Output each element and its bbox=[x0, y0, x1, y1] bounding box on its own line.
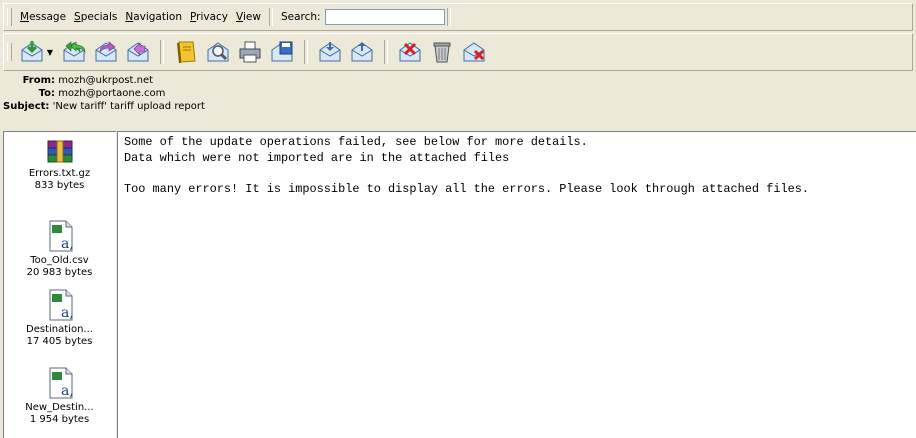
address-book-button[interactable] bbox=[171, 37, 201, 67]
excel-icon: a, bbox=[49, 367, 74, 399]
save-icon bbox=[271, 41, 293, 62]
subject-value: 'New tariff' tariff upload report bbox=[52, 101, 205, 112]
attachment-name: Destination... bbox=[26, 324, 93, 335]
attachment-size: 1 954 bytes bbox=[29, 414, 90, 425]
attachment-size: 833 bytes bbox=[34, 180, 85, 191]
print-icon bbox=[239, 41, 261, 63]
mail-move-in-icon bbox=[319, 42, 341, 62]
mail-delete-x-icon bbox=[463, 42, 485, 62]
trash-button[interactable] bbox=[427, 37, 457, 67]
message-line: Some of the update operations failed, se… bbox=[124, 135, 588, 149]
to-row: To: mozh@portaone.com bbox=[3, 87, 913, 100]
attachment-item[interactable]: a, Destination... 17 405 bytes bbox=[4, 288, 115, 348]
attachments-pane: Errors.txt.gz 833 bytes a, Too_Old.csv 2… bbox=[3, 131, 116, 438]
attachment-item[interactable]: Errors.txt.gz 833 bytes bbox=[4, 138, 115, 192]
toolbar-grip[interactable] bbox=[7, 43, 12, 61]
message-body-pane[interactable]: Some of the update operations failed, se… bbox=[117, 131, 916, 438]
menu-view[interactable]: View bbox=[232, 11, 265, 23]
excel-icon: a, bbox=[49, 220, 74, 252]
svg-text:a,: a, bbox=[61, 383, 74, 399]
mail-move-out-icon bbox=[351, 42, 373, 62]
message-line: Data which were not imported are in the … bbox=[124, 150, 510, 165]
move-in-button[interactable] bbox=[315, 37, 345, 67]
search-label: Search: bbox=[280, 11, 321, 23]
attachment-size: 17 405 bytes bbox=[26, 336, 93, 347]
archive-icon bbox=[47, 140, 72, 163]
attachment-name: Too_Old.csv bbox=[30, 255, 89, 266]
reply-all-button[interactable] bbox=[59, 37, 89, 67]
forward-button[interactable] bbox=[91, 37, 121, 67]
attachment-name: New_Destin... bbox=[25, 402, 94, 413]
message-line bbox=[124, 166, 916, 182]
delete-permanently-button[interactable] bbox=[459, 37, 489, 67]
svg-text:a,: a, bbox=[61, 305, 74, 321]
from-label: From: bbox=[22, 75, 55, 86]
svg-text:a,: a, bbox=[61, 236, 74, 252]
mail-delete-icon bbox=[399, 42, 421, 62]
menu-navigation[interactable]: Navigation bbox=[121, 11, 186, 23]
find-button[interactable] bbox=[203, 37, 233, 67]
subject-row: Subject: 'New tariff' tariff upload repo… bbox=[3, 100, 913, 113]
to-label: To: bbox=[38, 88, 55, 99]
toolbar-separator bbox=[160, 40, 164, 64]
toolbar-separator bbox=[304, 40, 308, 64]
subject-label: Subject: bbox=[3, 101, 50, 112]
message-line: Too many errors! It is impossible to dis… bbox=[124, 181, 810, 196]
trash-icon bbox=[433, 42, 451, 63]
menubar-end-separator bbox=[446, 8, 451, 26]
attachment-item[interactable]: a, New_Destin... 1 954 bytes bbox=[4, 366, 115, 426]
to-value[interactable]: mozh@portaone.com bbox=[58, 88, 165, 99]
menu-bar: Message Specials Navigation Privacy View… bbox=[3, 3, 913, 31]
menu-message[interactable]: Message bbox=[16, 11, 70, 23]
reply-all-icon bbox=[63, 41, 86, 62]
attachment-name: Errors.txt.gz bbox=[28, 168, 91, 179]
from-row: From: mozh@ukrpost.net bbox=[3, 74, 913, 87]
attachment-size: 20 983 bytes bbox=[26, 267, 93, 278]
address-book-icon bbox=[177, 41, 196, 64]
find-icon bbox=[207, 42, 229, 62]
attachment-item[interactable]: a, Too_Old.csv 20 983 bytes bbox=[4, 219, 115, 279]
move-out-button[interactable] bbox=[347, 37, 377, 67]
save-button[interactable] bbox=[267, 37, 297, 67]
excel-icon: a, bbox=[49, 289, 74, 321]
get-mail-dropdown[interactable]: ▼ bbox=[46, 37, 54, 67]
from-value[interactable]: mozh@ukrpost.net bbox=[58, 75, 153, 86]
toolbar-separator bbox=[384, 40, 388, 64]
get-mail-button[interactable] bbox=[17, 37, 47, 67]
redirect-icon bbox=[127, 42, 149, 62]
get-mail-icon bbox=[21, 41, 43, 62]
menu-privacy[interactable]: Privacy bbox=[186, 11, 232, 23]
search-input[interactable] bbox=[324, 9, 445, 25]
menu-specials[interactable]: Specials bbox=[70, 11, 121, 23]
delete-button[interactable] bbox=[395, 37, 425, 67]
forward-icon bbox=[95, 41, 117, 62]
toolbar: ▼ bbox=[3, 33, 913, 71]
menubar-separator bbox=[268, 8, 273, 26]
menubar-grip[interactable] bbox=[7, 8, 12, 26]
message-header: From: mozh@ukrpost.net To: mozh@portaone… bbox=[3, 74, 913, 128]
message-body: Some of the update operations failed, se… bbox=[124, 135, 916, 197]
redirect-button[interactable] bbox=[123, 37, 153, 67]
print-button[interactable] bbox=[235, 37, 265, 67]
